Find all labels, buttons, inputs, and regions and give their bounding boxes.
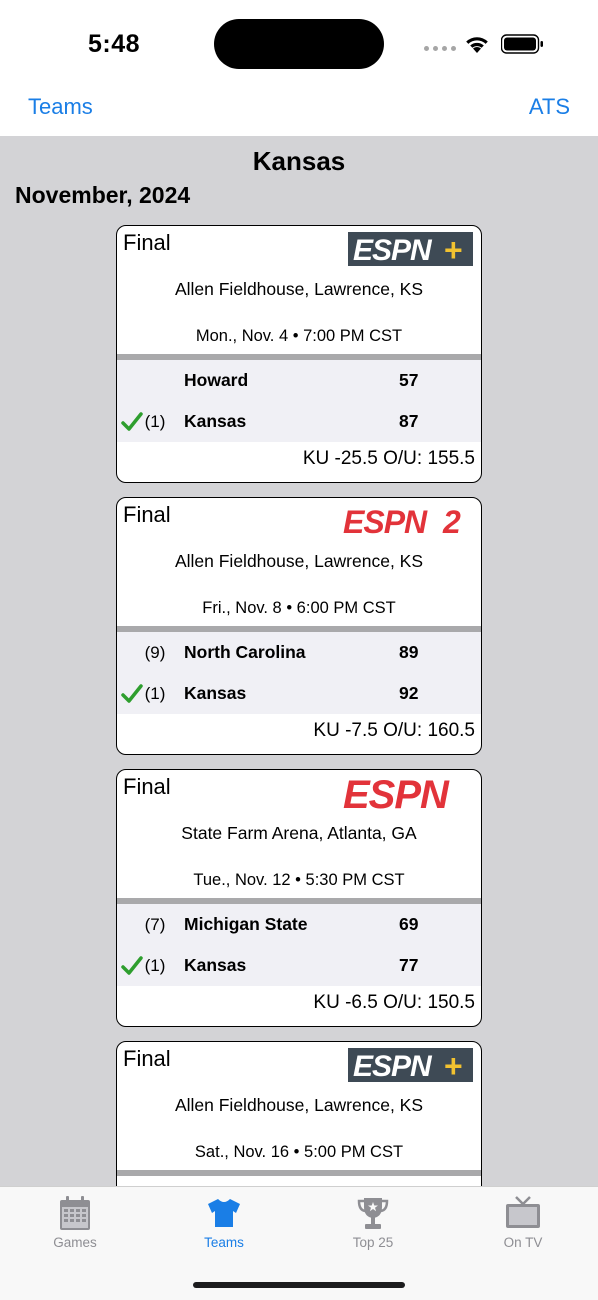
team-score: 89 [399, 642, 419, 662]
game-status: Final [123, 502, 171, 527]
team-rows: (9) North Carolina 89 (1) Kansas 92 [117, 632, 481, 714]
tab-label: On TV [503, 1235, 543, 1250]
team-rank: (9) [144, 643, 166, 662]
team-score: 87 [399, 411, 419, 431]
espn-plus-logo: ESPN + [348, 232, 473, 266]
cellular-signal-icon [424, 46, 456, 51]
game-datetime: Sat., Nov. 16 • 5:00 PM CST [194, 1143, 404, 1161]
svg-text:2: 2 [442, 504, 461, 538]
venue: Allen Fieldhouse, Lawrence, KS [174, 279, 424, 299]
navigation-bar: Teams ATS [0, 88, 598, 136]
betting-line: KU -7.5 O/U: 160.5 [313, 720, 475, 741]
calendar-icon [60, 1196, 90, 1230]
team-row: (1) Kansas 77 [117, 945, 481, 986]
teams-back-button[interactable]: Teams [28, 94, 93, 120]
team-name: Michigan State [184, 914, 308, 934]
game-datetime: Tue., Nov. 12 • 5:30 PM CST [193, 871, 405, 889]
team-row: (1) Kansas 87 [117, 401, 481, 442]
game-card[interactable]: Final ESPN + Allen Fieldhouse, Lawrence,… [116, 1041, 482, 1186]
team-name: Kansas [184, 955, 247, 975]
espn-plus-logo: ESPN + [348, 1048, 473, 1082]
team-score: 77 [399, 955, 419, 975]
game-card[interactable]: Final ESPN State Farm Arena, Atlanta, GA… [116, 769, 482, 1027]
team-row: (1) Kansas 92 [117, 673, 481, 714]
wifi-icon [466, 37, 488, 53]
tab-games[interactable]: Games [15, 1195, 135, 1250]
team-rank: (1) [144, 684, 166, 703]
team-name: Kansas [184, 683, 247, 703]
venue: State Farm Arena, Atlanta, GA [181, 823, 417, 843]
winner-check-icon [121, 956, 143, 975]
game-datetime: Fri., Nov. 8 • 6:00 PM CST [202, 599, 396, 617]
game-status: Final [123, 1046, 171, 1071]
divider [117, 1170, 481, 1176]
team-rank: (1) [144, 412, 166, 431]
jersey-icon [208, 1199, 240, 1227]
status-time: 5:48 [88, 30, 141, 58]
game-status: Final [123, 230, 171, 255]
svg-text:ESPN: ESPN [353, 1050, 433, 1082]
tab-label: Games [53, 1235, 97, 1250]
ats-button[interactable]: ATS [529, 94, 570, 120]
espn2-logo: ESPN 2 [343, 504, 461, 538]
tab-teams[interactable]: Teams [164, 1195, 284, 1250]
team-name: Kansas [184, 411, 247, 431]
dynamic-island [214, 19, 384, 69]
game-status: Final [123, 774, 171, 799]
status-bar: 5:48 [0, 0, 598, 88]
game-card[interactable]: Final ESPN + Allen Fieldhouse, Lawrence,… [116, 225, 482, 483]
svg-text:+: + [444, 1048, 463, 1082]
team-score: 69 [399, 914, 419, 934]
team-rank: (7) [144, 915, 166, 934]
svg-text:ESPN: ESPN [343, 504, 428, 538]
battery-icon [501, 34, 543, 54]
betting-line: KU -6.5 O/U: 150.5 [313, 992, 475, 1013]
team-rows: (7) Michigan State 69 (1) Kansas 77 [117, 904, 481, 986]
svg-text:ESPN: ESPN [353, 234, 433, 266]
team-row: Howard 57 [117, 360, 481, 401]
team-name: North Carolina [184, 642, 306, 662]
home-indicator [193, 1282, 405, 1288]
game-card[interactable]: Final ESPN 2 Allen Fieldhouse, Lawrence,… [116, 497, 482, 755]
winner-check-icon [121, 684, 143, 703]
trophy-icon [357, 1198, 389, 1229]
tab-on-tv[interactable]: On TV [463, 1195, 583, 1250]
game-datetime: Mon., Nov. 4 • 7:00 PM CST [195, 327, 403, 345]
team-rows: Howard 57 (1) Kansas 87 [117, 360, 481, 442]
team-score: 57 [399, 370, 419, 390]
tab-top-25[interactable]: Top 25 [313, 1195, 433, 1250]
svg-text:+: + [444, 232, 463, 266]
winner-check-icon [121, 412, 143, 431]
team-row: (9) North Carolina 89 [117, 632, 481, 673]
team-name: Howard [184, 370, 249, 390]
team-row: (7) Michigan State 69 [117, 904, 481, 945]
tab-label: Teams [204, 1235, 244, 1250]
venue: Allen Fieldhouse, Lawrence, KS [174, 1095, 424, 1115]
team-title: Kansas [252, 146, 346, 176]
team-score: 92 [399, 683, 419, 703]
tv-icon [506, 1196, 540, 1228]
betting-line: KU -25.5 O/U: 155.5 [302, 448, 475, 469]
venue: Allen Fieldhouse, Lawrence, KS [174, 551, 424, 571]
tab-label: Top 25 [352, 1235, 394, 1250]
month-header: November, 2024 [15, 182, 191, 208]
schedule-scroll-view[interactable]: Kansas November, 2024 Final ESPN + Allen… [0, 136, 598, 1186]
svg-text:ESPN: ESPN [343, 776, 450, 812]
espn-logo: ESPN [343, 776, 451, 812]
team-rank: (1) [144, 956, 166, 975]
